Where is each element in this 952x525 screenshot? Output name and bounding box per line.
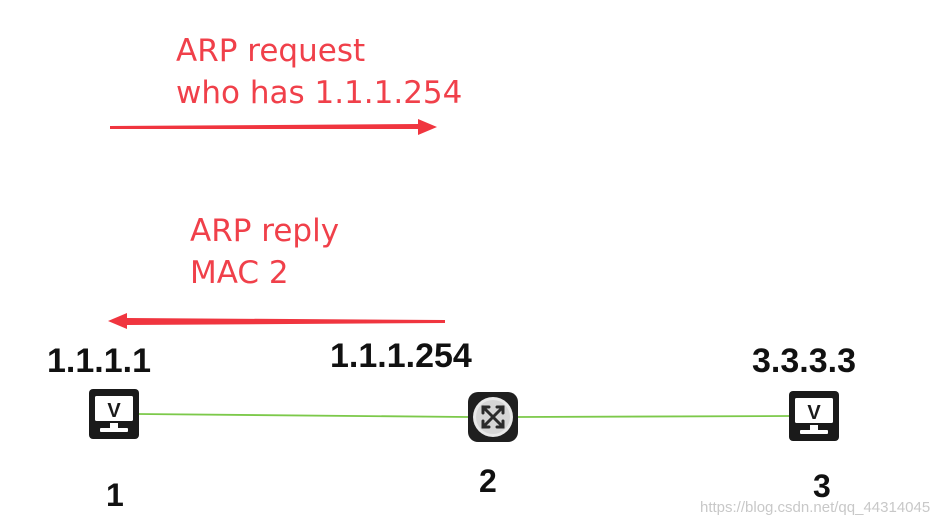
- reply-arrow: [108, 313, 445, 329]
- node-2-number: 2: [479, 463, 497, 499]
- svg-text:V: V: [107, 400, 121, 422]
- node-1-ip: 1.1.1.1: [47, 342, 151, 380]
- node-1-number: 1: [106, 477, 124, 513]
- router-icon[interactable]: [468, 392, 518, 442]
- link-1-2: [137, 413, 469, 418]
- node-3-ip: 3.3.3.3: [752, 342, 856, 380]
- link-2-3: [517, 415, 791, 418]
- pc-icon[interactable]: V: [789, 391, 839, 441]
- svg-text:V: V: [807, 402, 821, 424]
- node-2-ip: 1.1.1.254: [330, 337, 472, 375]
- watermark: https://blog.csdn.net/qq_44314045: [700, 499, 931, 516]
- network-diagram: V V: [89, 119, 839, 442]
- request-arrow: [110, 119, 437, 135]
- pc-icon[interactable]: V: [89, 389, 139, 439]
